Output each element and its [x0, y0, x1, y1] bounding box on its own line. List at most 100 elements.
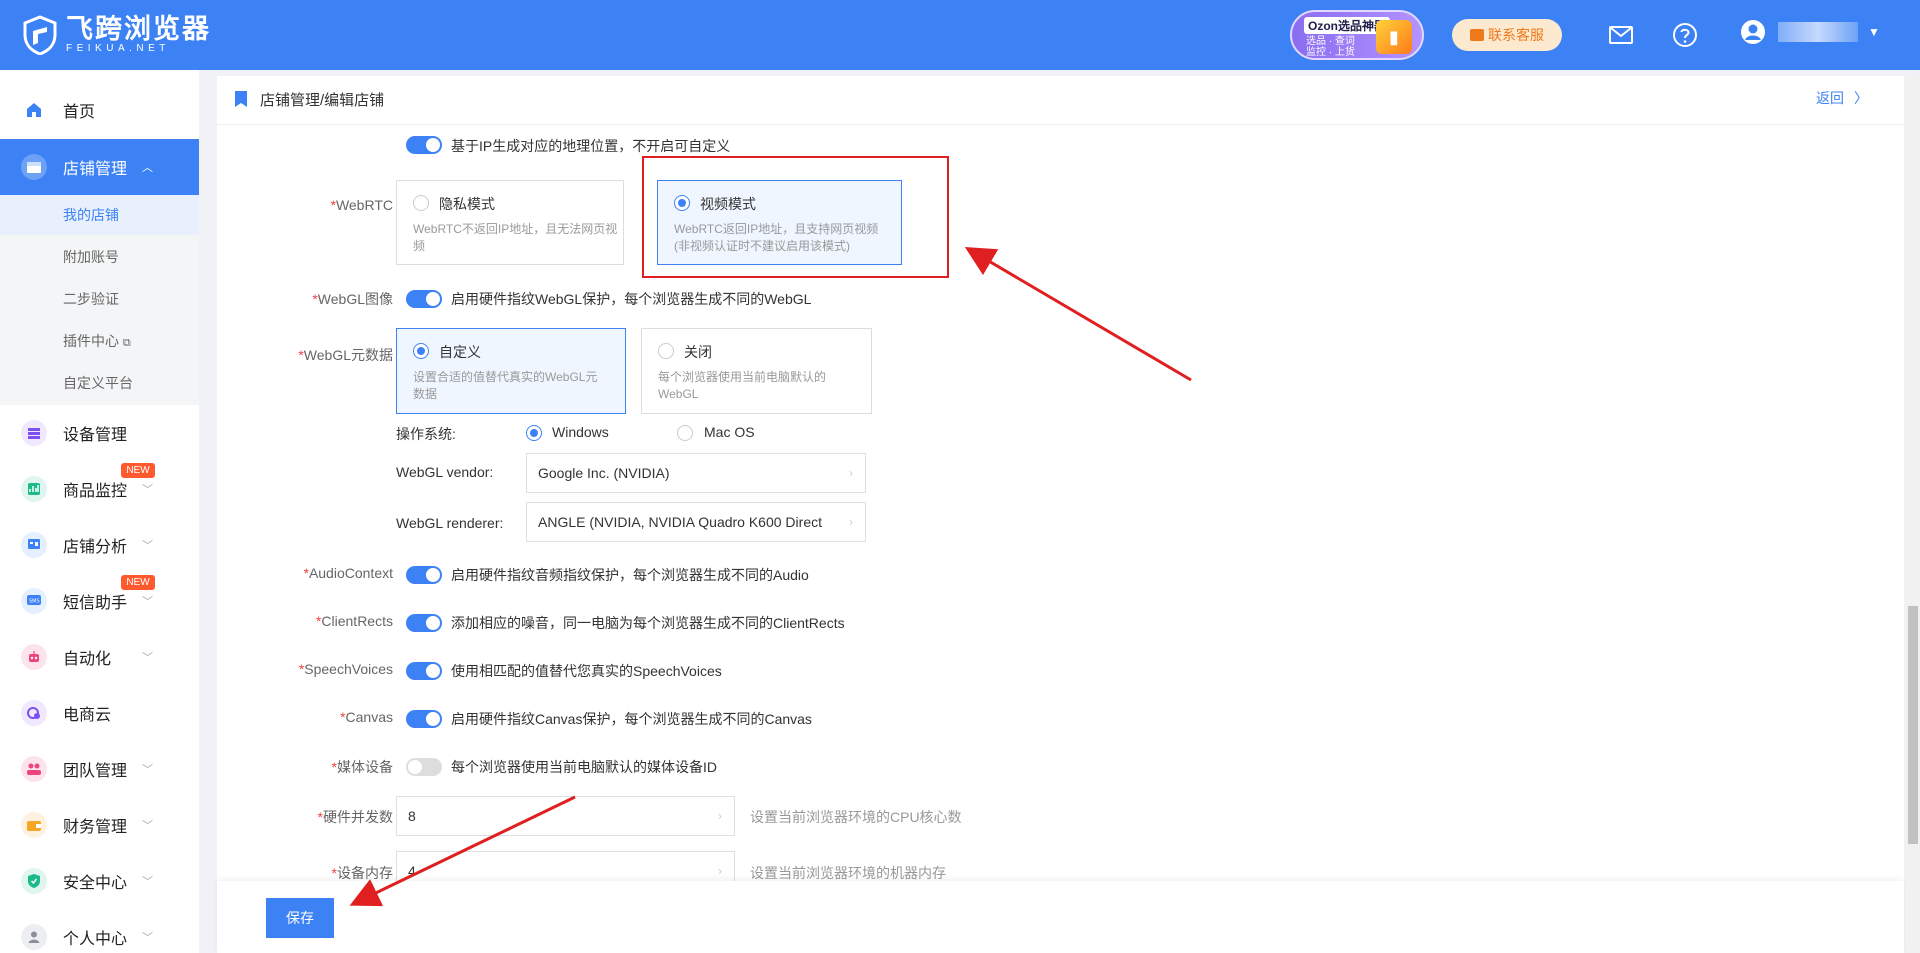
- sidebar-item-device[interactable]: 设备管理: [0, 405, 199, 461]
- avatar-icon: [1741, 20, 1765, 44]
- header-divider: [217, 124, 1904, 125]
- breadcrumb-text: 店铺管理/编辑店铺: [260, 91, 385, 109]
- wallet-icon: [21, 812, 47, 838]
- monitor-icon: [21, 476, 47, 502]
- submenu-custom-platform[interactable]: 自定义平台: [63, 373, 133, 393]
- client-rects-label: *ClientRects: [315, 613, 393, 629]
- sidebar-item-ecommerce-cloud[interactable]: 电商云: [0, 685, 199, 741]
- sidebar-item-sms[interactable]: SMS 短信助手 NEW ﹀: [0, 573, 199, 629]
- webgl-custom-option[interactable]: 自定义 设置合适的值替代真实的WebGL元 数据: [396, 328, 626, 414]
- chevron-right-icon: ›: [849, 515, 853, 529]
- media-devices-switch[interactable]: [406, 758, 442, 776]
- sidebar-item-label: 短信助手: [63, 595, 128, 612]
- audio-context-label: *AudioContext: [303, 565, 393, 581]
- ozon-promo-banner[interactable]: Ozon选品神器 选品 · 查词 监控 · 上货 ▮: [1290, 10, 1424, 60]
- geo-ip-description: 基于IP生成对应的地理位置，不开启可自定义: [451, 138, 731, 154]
- user-name-redacted: [1778, 22, 1858, 42]
- webgl-off-description: 每个浏览器使用当前电脑默认的 WebGL: [658, 370, 827, 401]
- speech-voices-switch[interactable]: [406, 662, 442, 680]
- mail-icon[interactable]: [1608, 22, 1634, 48]
- audio-context-description: 启用硬件指纹音频指纹保护，每个浏览器生成不同的Audio: [451, 567, 809, 583]
- robot-icon: [21, 644, 47, 670]
- submenu-extra-accounts[interactable]: 附加账号: [63, 247, 119, 267]
- sidebar-item-finance[interactable]: 财务管理 ﹀: [0, 797, 199, 853]
- webgl-vendor-select[interactable]: Google Inc. (NVIDIA) ›: [526, 453, 866, 493]
- hardware-concurrency-hint: 设置当前浏览器环境的CPU核心数: [750, 809, 962, 825]
- shop-submenu: 我的店铺 附加账号 二步验证 插件中心 ⧉ 自定义平台: [0, 195, 199, 405]
- submenu-plugin-label: 插件中心: [63, 333, 119, 349]
- chevron-down-icon: ﹀: [142, 484, 153, 496]
- geo-ip-switch[interactable]: [406, 136, 442, 154]
- chevron-down-icon: ▼: [1868, 25, 1880, 39]
- sidebar: 首页 店铺管理 ︿ 我的店铺 附加账号 二步验证 插件中心 ⧉ 自定义平台 设备…: [0, 70, 199, 953]
- sidebar-item-personal[interactable]: 个人中心 ﹀: [0, 909, 199, 953]
- os-mac-label[interactable]: Mac OS: [704, 424, 755, 440]
- client-rects-switch[interactable]: [406, 614, 442, 632]
- vertical-scrollbar[interactable]: [1905, 76, 1920, 953]
- os-windows-label[interactable]: Windows: [552, 424, 609, 440]
- submenu-plugin-center[interactable]: 插件中心 ⧉: [63, 331, 131, 351]
- sidebar-item-security[interactable]: 安全中心 ﹀: [0, 853, 199, 909]
- contact-support-label: 联系客服: [1488, 27, 1544, 43]
- user-icon: [21, 924, 47, 950]
- save-button[interactable]: 保存: [266, 898, 334, 938]
- webgl-renderer-value: ANGLE (NVIDIA, NVIDIA Quadro K600 Direct: [538, 514, 822, 530]
- webgl-image-label: *WebGL图像: [312, 291, 393, 307]
- webgl-image-switch[interactable]: [406, 290, 442, 308]
- os-windows-radio[interactable]: [526, 425, 542, 441]
- sidebar-item-label: 团队管理: [63, 763, 128, 780]
- back-link[interactable]: 返回 〉: [1816, 88, 1868, 108]
- webgl-metadata-label: *WebGL元数据: [298, 347, 393, 363]
- chevron-right-icon: 〉: [1854, 90, 1868, 106]
- webgl-custom-radio[interactable]: [413, 343, 429, 359]
- os-label: 操作系统:: [396, 426, 456, 442]
- shop-icon: [21, 154, 47, 180]
- sidebar-item-label: 首页: [63, 104, 96, 121]
- submenu-my-shops[interactable]: 我的店铺: [0, 195, 199, 235]
- hardware-concurrency-value: 8: [408, 808, 416, 824]
- webgl-off-title: 关闭: [684, 344, 712, 360]
- webgl-off-radio[interactable]: [658, 343, 674, 359]
- audio-context-switch[interactable]: [406, 566, 442, 584]
- scrollbar-thumb[interactable]: [1908, 606, 1918, 844]
- sidebar-item-home[interactable]: 首页: [0, 82, 199, 138]
- media-devices-label: *媒体设备: [331, 759, 393, 775]
- sidebar-item-team[interactable]: 团队管理 ﹀: [0, 741, 199, 797]
- submenu-two-step[interactable]: 二步验证: [63, 289, 119, 309]
- help-icon[interactable]: [1672, 22, 1698, 48]
- webgl-renderer-select[interactable]: ANGLE (NVIDIA, NVIDIA Quadro K600 Direct…: [526, 502, 866, 542]
- sidebar-item-label: 设备管理: [63, 427, 128, 444]
- back-label: 返回: [1816, 90, 1844, 106]
- webrtc-privacy-radio[interactable]: [413, 195, 429, 211]
- client-rects-description: 添加相应的噪音，同一电脑为每个浏览器生成不同的ClientRects: [451, 615, 845, 631]
- team-icon: [21, 756, 47, 782]
- device-memory-label: *设备内存: [331, 865, 393, 881]
- cloud-icon: [21, 700, 47, 726]
- contact-support-button[interactable]: 联系客服: [1452, 19, 1562, 51]
- webgl-image-description: 启用硬件指纹WebGL保护，每个浏览器生成不同的WebGL: [451, 291, 812, 307]
- analysis-icon: [21, 532, 47, 558]
- sidebar-item-label: 个人中心: [63, 931, 128, 948]
- speech-voices-label: *SpeechVoices: [298, 661, 393, 677]
- speech-voices-description: 使用相匹配的值替代您真实的SpeechVoices: [451, 663, 722, 679]
- logo-title: 飞跨浏览器: [66, 14, 211, 44]
- webgl-vendor-value: Google Inc. (NVIDIA): [538, 465, 670, 481]
- user-menu[interactable]: ▼: [1740, 19, 1880, 45]
- bookmark-icon: [235, 91, 247, 107]
- logo[interactable]: 飞跨浏览器 FEIKUA.NET: [22, 14, 211, 55]
- sidebar-item-product-monitor[interactable]: 商品监控 NEW ﹀: [0, 461, 199, 517]
- sidebar-item-shop-management[interactable]: 店铺管理 ︿: [0, 139, 199, 195]
- promo-subtitle: 选品 · 查词 监控 · 上货: [1306, 36, 1355, 58]
- annotation-highlight-box: [642, 156, 949, 278]
- webgl-off-option[interactable]: 关闭 每个浏览器使用当前电脑默认的 WebGL: [641, 328, 872, 414]
- breadcrumb: 店铺管理/编辑店铺: [235, 86, 384, 112]
- hardware-concurrency-select[interactable]: 8 ›: [396, 796, 735, 836]
- device-icon: [21, 420, 47, 446]
- webrtc-privacy-option[interactable]: 隐私模式 WebRTC不返回IP地址，且无法网页视频: [396, 180, 624, 265]
- sidebar-item-automation[interactable]: 自动化 ﹀: [0, 629, 199, 685]
- canvas-description: 启用硬件指纹Canvas保护，每个浏览器生成不同的Canvas: [451, 711, 812, 727]
- new-badge: NEW: [121, 575, 155, 590]
- sidebar-item-shop-analysis[interactable]: 店铺分析 ﹀: [0, 517, 199, 573]
- canvas-switch[interactable]: [406, 710, 442, 728]
- os-mac-radio[interactable]: [677, 425, 693, 441]
